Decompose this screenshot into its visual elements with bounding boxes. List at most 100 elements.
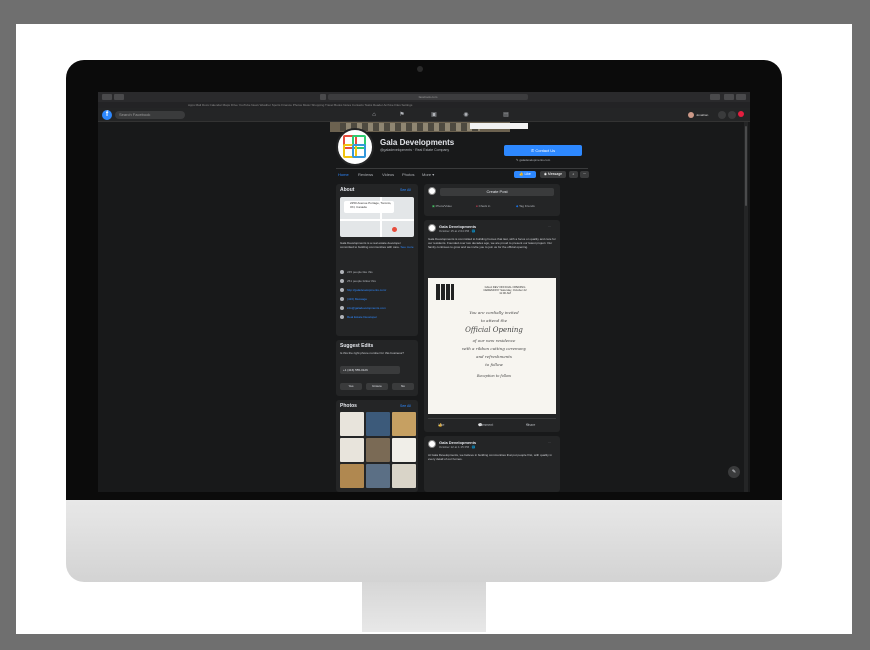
category-row[interactable]: Real Estate Developer (340, 315, 378, 320)
photo-thumbnail[interactable] (392, 412, 416, 436)
monitor-stand (362, 582, 486, 632)
forward-icon[interactable] (114, 94, 124, 100)
menu-icon[interactable] (718, 111, 726, 119)
facebook-logo-icon[interactable]: f (102, 110, 112, 120)
photo-thumbnail[interactable] (366, 438, 390, 462)
website-link[interactable]: ✎ galadevelopments.com (516, 158, 550, 162)
photo-thumbnail[interactable] (392, 438, 416, 462)
tabs-icon[interactable] (724, 94, 734, 100)
post-options-icon[interactable]: ··· (548, 224, 551, 228)
post-timestamp[interactable]: October 12 at 1:15 PM · 🌐 (439, 445, 476, 449)
tab-more[interactable]: More ▾ (422, 172, 434, 177)
photos-title: Photos (340, 403, 357, 409)
invitation-line: with a ribbon cutting ceremony (461, 346, 527, 351)
email-address: info@galadevelopments.com (347, 306, 386, 310)
gaming-icon[interactable]: ▤ (502, 111, 510, 119)
photo-thumbnail[interactable] (340, 438, 364, 462)
yes-button[interactable]: Yes (340, 383, 362, 390)
photo-thumbnail[interactable] (392, 464, 416, 488)
flag-icon[interactable]: ⚑ (398, 111, 406, 119)
post-options-icon[interactable]: ··· (548, 440, 551, 444)
location-map[interactable]: 2250 Avenue Portage, Toronto, ON, Canada (340, 197, 414, 237)
like-button[interactable]: 👍 Like (514, 171, 536, 178)
post-card: Gala Developments October 12 at 1:15 PM … (424, 436, 560, 492)
follows-count: 251 people follow this (347, 279, 376, 283)
no-button[interactable]: No (392, 383, 414, 390)
new-message-icon[interactable]: ✎ (728, 466, 740, 478)
invitation-line: Reception to follow (476, 374, 512, 378)
notifications-icon[interactable] (738, 111, 744, 117)
photo-thumbnail[interactable] (366, 412, 390, 436)
map-address: 2250 Avenue Portage, Toronto, ON, Canada (344, 201, 394, 213)
create-post-button[interactable]: Create Post (440, 188, 554, 196)
phone-field[interactable]: +1 (416) 555-0126 (340, 366, 400, 374)
website-row[interactable]: http://galadevelopments.com/ (340, 288, 386, 293)
scrollbar-thumb[interactable] (745, 126, 747, 206)
back-icon[interactable] (102, 94, 112, 100)
watch-icon[interactable]: ▣ (430, 111, 438, 119)
camera-icon (417, 66, 423, 72)
messenger-icon (340, 297, 344, 302)
photos-card: Photos See All (336, 400, 418, 492)
phone-row[interactable]: (416) Message (340, 297, 368, 302)
avatar (428, 187, 436, 195)
share-icon[interactable] (710, 94, 720, 100)
photos-see-all-link[interactable]: See All (400, 404, 411, 408)
tab-home[interactable]: Home (338, 172, 349, 177)
avatar[interactable] (428, 440, 436, 448)
email-row[interactable]: info@galadevelopments.com (340, 306, 386, 311)
search-page-button[interactable]: ⌕ (569, 171, 578, 178)
photo-video-button[interactable]: ▣ Photo/Video (432, 204, 452, 208)
address-bar[interactable]: facebook.com (328, 94, 528, 100)
tab-videos[interactable]: Videos (382, 172, 394, 177)
map-pin-icon (392, 227, 397, 232)
invitation-header: GALA DEV OFFICIAL OPENING CEREMONY Satur… (483, 285, 527, 296)
imac-monitor: facebook.com Apps Mail Docs Calendar Map… (66, 60, 782, 632)
email-icon (340, 306, 344, 311)
home-icon[interactable]: ⌂ (370, 111, 378, 119)
logo-square-blue (352, 144, 366, 158)
map-road (340, 219, 414, 221)
avatar[interactable] (428, 224, 436, 232)
profile-name: Jonathan (696, 113, 709, 117)
tag-icon (340, 315, 344, 320)
tag-friends-button[interactable]: ◆ Tag Friends (516, 204, 535, 208)
profile-chip[interactable]: Jonathan (688, 111, 714, 119)
tab-icon[interactable] (320, 94, 326, 100)
see-more-link[interactable]: See more (401, 245, 414, 249)
message-button[interactable]: ◉ Message (540, 171, 566, 178)
phone-number: (416) Message (347, 297, 368, 301)
photo-thumbnail[interactable] (340, 464, 364, 488)
groups-icon[interactable]: ◉ (462, 111, 470, 119)
tab-photos[interactable]: Photos (402, 172, 414, 177)
screen: facebook.com Apps Mail Docs Calendar Map… (98, 92, 750, 492)
post-actions-bar: 👍 Like 💬 Comment ↪ Share (428, 418, 556, 427)
invitation-image[interactable]: GALA DEV OFFICIAL OPENING CEREMONY Satur… (428, 278, 556, 414)
messenger-icon[interactable] (728, 111, 736, 119)
photo-thumbnail[interactable] (340, 412, 364, 436)
check-in-button[interactable]: ● Check in (476, 204, 490, 208)
page-logo[interactable] (336, 128, 374, 166)
about-see-all-link[interactable]: See All (400, 188, 411, 192)
tab-reviews[interactable]: Reviews (358, 172, 373, 177)
search-input[interactable]: Search Facebook (115, 111, 185, 119)
post-card: Gala Developments October 15 at 2:04 PM … (424, 220, 560, 432)
about-title: About (340, 187, 355, 193)
invitation-line: and refreshments (476, 354, 512, 359)
contact-us-button[interactable]: ✆ Contact Us (504, 145, 582, 156)
about-description: Gala Developments is a real estate devel… (340, 241, 414, 249)
check-in-label: Check in (478, 204, 491, 208)
invitation-line: of our new residence (472, 338, 516, 343)
browser-titlebar: facebook.com (98, 92, 750, 102)
more-options-button[interactable]: ··· (580, 171, 589, 178)
photo-thumbnail[interactable] (366, 464, 390, 488)
about-description-text: Gala Developments is a real estate devel… (340, 241, 401, 250)
plus-icon[interactable] (736, 94, 746, 100)
category-label: Real Estate Developer (347, 315, 378, 319)
unsure-button[interactable]: Unsure (366, 383, 388, 390)
avatar (688, 112, 694, 119)
suggest-edits-title: Suggest Edits (340, 343, 374, 349)
post-timestamp[interactable]: October 15 at 2:04 PM · 🌐 (439, 229, 476, 233)
likes-count: 245 people like this (347, 270, 373, 274)
globe-icon (340, 288, 344, 293)
